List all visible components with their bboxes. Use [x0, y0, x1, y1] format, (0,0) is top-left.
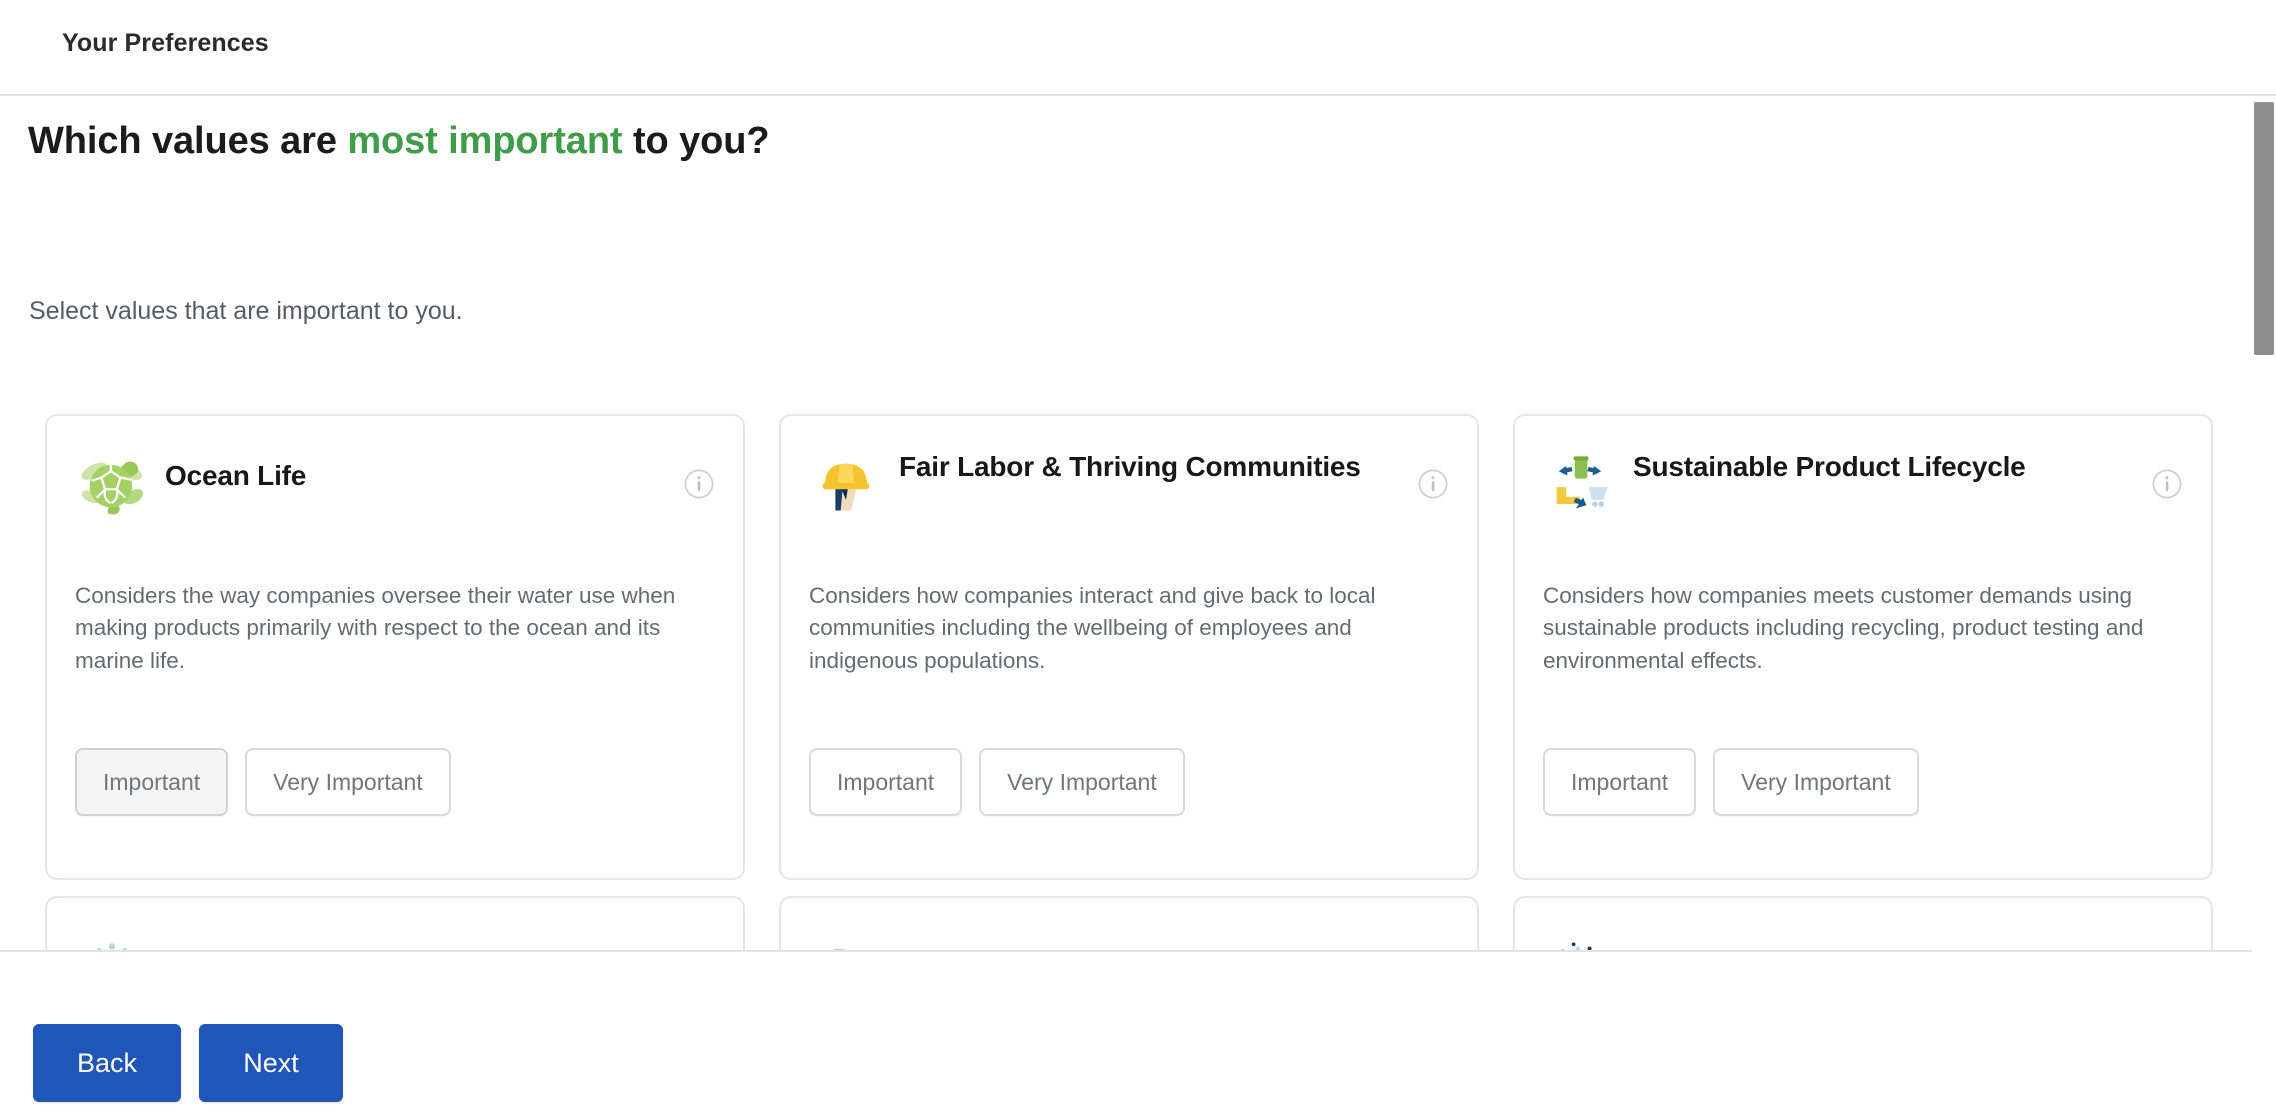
card-header: Mindful Business Models [47, 898, 743, 950]
heading-suffix: to you? [622, 120, 770, 162]
scrollbar-thumb[interactable] [2254, 102, 2274, 355]
important-button[interactable]: Important [75, 748, 229, 816]
card-description: Considers the way companies oversee thei… [75, 583, 676, 673]
card-header: Clean Air [781, 898, 1477, 950]
value-card-clean-air[interactable]: Clean Air [779, 896, 1479, 950]
section-subheading: Select values that are important to you. [29, 297, 463, 325]
card-title: Sustainable Product Lifecycle [1633, 451, 2026, 482]
footer-actions: Back Next [0, 954, 2276, 1120]
info-icon[interactable] [683, 468, 715, 500]
value-card-fair-labor-thriving-communities[interactable]: Fair Labor & Thriving Communities Consid… [779, 414, 1479, 880]
info-icon[interactable] [2151, 468, 2183, 500]
very-important-button[interactable]: Very Important [245, 748, 451, 816]
section-heading: Which values are most important to you? [28, 120, 770, 163]
turtle-icon [75, 448, 149, 522]
card-actions: Important Very Important [1543, 748, 1919, 816]
recycle-lifecycle-icon [1543, 448, 1617, 522]
card-header: Ocean Life [47, 416, 743, 522]
important-button[interactable]: Important [809, 748, 963, 816]
card-header: Sustainable Product Lifecycle [1515, 416, 2211, 522]
vertical-scrollbar[interactable] [2252, 98, 2276, 952]
very-important-button[interactable]: Very Important [1713, 748, 1919, 816]
value-card-ocean-life[interactable]: Ocean Life Considers the way companies o… [45, 414, 745, 880]
mountain-wind-icon [809, 936, 883, 950]
card-description: Considers how companies meets customer d… [1543, 583, 2144, 673]
card-title: Fair Labor & Thriving Communities [899, 451, 1361, 482]
card-header: Fair Labor & Thriving Communities [781, 416, 1477, 522]
next-button[interactable]: Next [199, 1024, 343, 1102]
info-icon[interactable] [1417, 468, 1449, 500]
very-important-button[interactable]: Very Important [979, 748, 1185, 816]
card-actions: Important Very Important [809, 748, 1185, 816]
content-scroll-region: Which values are most important to you? … [0, 98, 2276, 952]
value-card-pure-water[interactable]: Pure Water [1513, 896, 2213, 950]
heading-accent: most important [347, 120, 623, 162]
card-actions: Important Very Important [75, 748, 451, 816]
card-header: Pure Water [1515, 898, 2211, 950]
hard-hat-icon [809, 448, 883, 522]
page-title: Your Preferences [62, 29, 269, 57]
water-drop-glass-icon [1543, 936, 1617, 950]
card-description: Considers how companies interact and giv… [809, 583, 1376, 673]
meditation-icon [75, 936, 149, 950]
back-button[interactable]: Back [33, 1024, 181, 1102]
preferences-page: Your Preferences Which values are most i… [0, 0, 2276, 1120]
value-card-sustainable-product-lifecycle[interactable]: Sustainable Product Lifecycle Considers … [1513, 414, 2213, 880]
value-card-mindful-business-models[interactable]: Mindful Business Models [45, 896, 745, 950]
heading-prefix: Which values are [28, 120, 348, 162]
important-button[interactable]: Important [1543, 748, 1697, 816]
app-header: Your Preferences [0, 0, 2276, 96]
card-title: Ocean Life [165, 460, 307, 491]
